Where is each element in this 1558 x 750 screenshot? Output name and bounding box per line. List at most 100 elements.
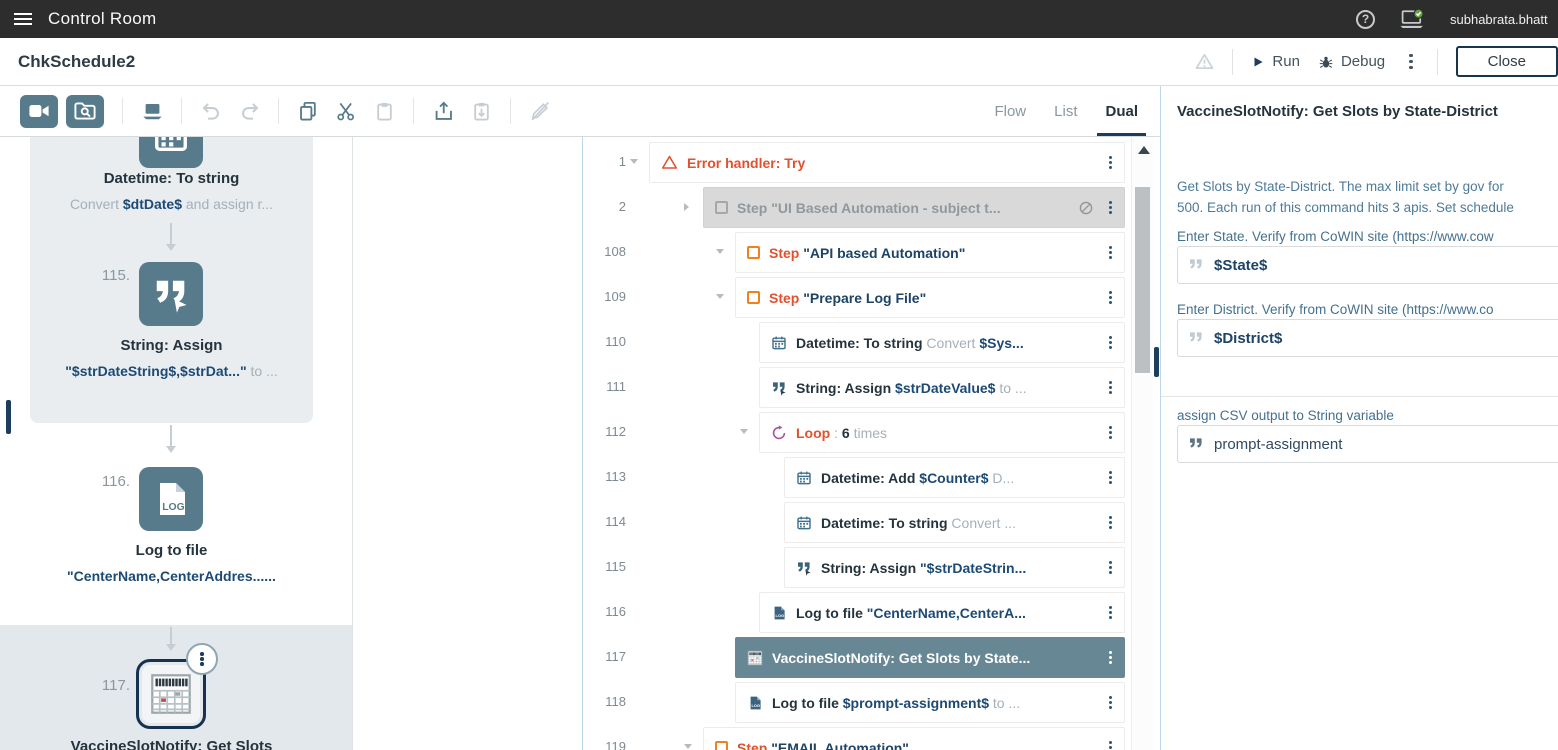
action-card[interactable]: LOGLog to file $prompt-assignment$ to ..… [735,682,1125,723]
copy-icon[interactable] [295,98,321,124]
row-options-kebab-icon[interactable] [1109,341,1113,345]
line-number: 112 [583,424,626,439]
row-options-kebab-icon[interactable] [1109,161,1113,165]
list-row-1: 1 Error handler: Try [583,140,1155,185]
string-quotes-icon [771,380,787,396]
row-options-kebab-icon[interactable] [1109,521,1113,525]
action-card[interactable]: VaccineSlotNotify: Get Slots by State... [735,637,1125,678]
laptop-check-icon[interactable] [1399,8,1426,30]
row-options-kebab-icon[interactable] [1109,251,1113,255]
chevron-down-icon[interactable] [716,249,724,254]
list-row-115: 115 String: Assign "$strDateStrin... [583,545,1155,590]
action-card[interactable]: Step "API based Automation" [735,232,1125,273]
action-card[interactable]: LOGLog to file "CenterName,CenterA... [759,592,1125,633]
list-row-113: 113 Datetime: Add $Counter$ D... [583,455,1155,500]
flow-connector-arrow [170,627,172,649]
action-card[interactable]: Loop : 6 times [759,412,1125,453]
toolbar-divider [510,98,511,124]
toolbar-divider [122,98,123,124]
flow-node-title: Datetime: To string [30,170,313,187]
bug-icon [1318,54,1334,70]
run-button[interactable]: Run [1251,53,1300,70]
export-icon[interactable] [430,98,456,124]
row-options-kebab-icon[interactable] [1109,206,1113,210]
action-card[interactable]: String: Assign "$strDateStrin... [784,547,1125,588]
flow-node-string-assign[interactable] [139,262,203,326]
cut-icon[interactable] [333,98,359,124]
field-value: prompt-assignment [1214,436,1342,453]
list-row-114: 114 Datetime: To string Convert ... [583,500,1155,545]
step-square-icon [747,291,760,304]
line-number: 2 [583,199,626,214]
help-icon[interactable]: ? [1356,10,1375,29]
hamburger-icon[interactable] [14,18,32,20]
action-card[interactable]: Step "UI Based Automation - subject t... [703,187,1125,228]
view-tab-dual[interactable]: Dual [1105,86,1138,136]
line-number: 118 [583,694,626,709]
row-options-kebab-icon[interactable] [1109,611,1113,615]
row-options-kebab-icon[interactable] [1109,746,1113,750]
line-number: 109 [583,289,626,304]
action-card[interactable]: Step "EMAIL Automation" [703,727,1125,750]
chevron-down-icon[interactable] [740,429,748,434]
close-button[interactable]: Close [1456,46,1558,77]
line-number: 115 [583,559,626,574]
action-card[interactable]: Step "Prepare Log File" [735,277,1125,318]
flow-node-subtitle: "$strDateString$,$strDat..." to ... [8,363,335,379]
row-options-kebab-icon[interactable] [1109,566,1113,570]
line-number: 108 [583,244,626,259]
action-list: 1 Error handler: Try 2 Step "UI Based Au… [583,140,1155,750]
action-card[interactable]: Datetime: Add $Counter$ D... [784,457,1125,498]
field-input[interactable]: $District$ [1177,319,1558,357]
properties-panel: VaccineSlotNotify: Get Slots by State-Di… [1160,86,1558,750]
action-card[interactable]: Datetime: To string Convert $Sys... [759,322,1125,363]
chevron-down-icon[interactable] [684,744,692,749]
more-actions-kebab-icon[interactable] [1409,60,1413,64]
svg-text:LOG: LOG [162,502,185,513]
field-label: Enter State. Verify from CoWIN site (htt… [1177,229,1558,244]
debug-button[interactable]: Debug [1318,53,1385,70]
left-splitter-handle[interactable] [6,400,11,434]
chevron-down-icon[interactable] [716,294,724,299]
log-icon: LOG [771,605,787,621]
field-input[interactable]: $State$ [1177,246,1558,284]
flow-node-subtitle: "CenterName,CenterAddres...... [8,568,335,584]
view-tab-flow[interactable]: Flow [994,86,1026,136]
toolbar-divider [278,98,279,124]
action-card[interactable]: String: Assign $strDateValue$ to ... [759,367,1125,408]
row-options-kebab-icon[interactable] [1109,701,1113,705]
flow-canvas[interactable]: Datetime: To string Convert $dtDate$ and… [0,137,582,750]
line-number: 110 [583,334,626,349]
undo-icon [198,98,224,124]
flow-node-log-to-file[interactable]: LOG [139,467,203,531]
line-number: 113 [583,469,626,484]
scrollbar-thumb[interactable] [1135,187,1150,373]
node-options-kebab-icon[interactable] [186,643,218,675]
folder-search-icon[interactable] [66,95,104,128]
svg-text:LOG: LOG [775,613,784,618]
field-label: assign CSV output to String variable [1177,408,1558,423]
view-tab-list[interactable]: List [1054,86,1077,136]
row-options-kebab-icon[interactable] [1109,476,1113,480]
row-options-kebab-icon[interactable] [1109,386,1113,390]
flow-node-number: 115. [40,267,130,284]
chevron-right-icon[interactable] [684,203,689,211]
scroll-up-icon[interactable] [1138,146,1150,154]
action-card[interactable]: Datetime: To string Convert ... [784,502,1125,543]
field-value: $District$ [1214,330,1282,347]
row-options-kebab-icon[interactable] [1109,656,1113,660]
chevron-down-icon[interactable] [630,159,638,164]
record-icon[interactable] [20,95,58,128]
username[interactable]: subhabrata.bhatt [1450,12,1558,27]
row-options-kebab-icon[interactable] [1109,431,1113,435]
field-input[interactable]: prompt-assignment [1177,425,1558,463]
action-card[interactable]: Error handler: Try [649,142,1125,183]
row-options-kebab-icon[interactable] [1109,296,1113,300]
panel-splitter-handle[interactable] [1154,347,1159,377]
flow-node-datetime[interactable] [139,137,203,168]
laptop-icon[interactable] [139,98,165,124]
calendar-icon [796,470,812,486]
paste-icon [371,98,397,124]
app-title: Control Room [48,9,156,29]
string-type-quotes-icon [1188,330,1204,346]
